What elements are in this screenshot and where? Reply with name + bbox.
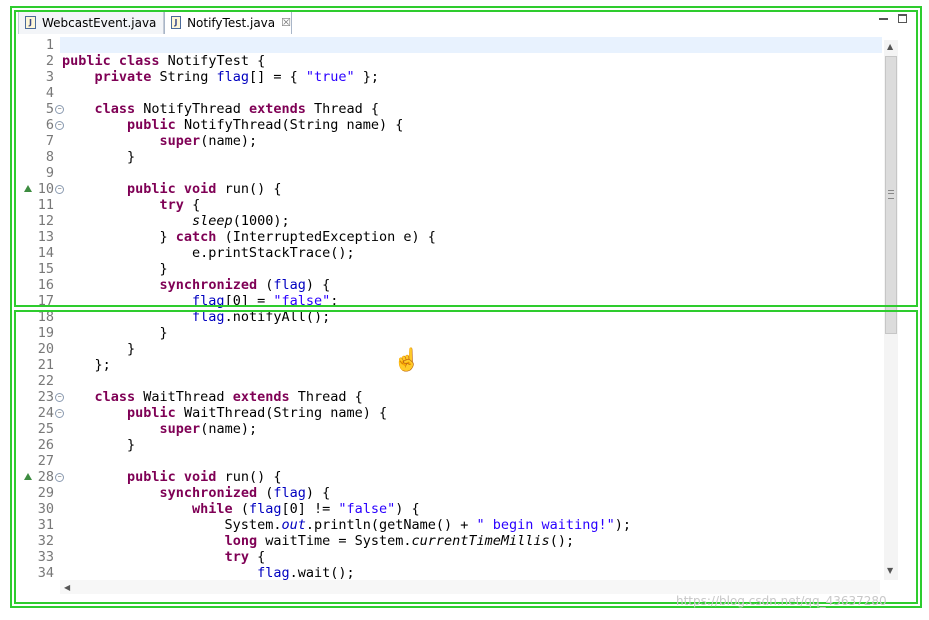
- line-number: 6: [45, 117, 54, 133]
- line-number: 8: [45, 149, 54, 165]
- line-number: 31: [37, 517, 54, 533]
- scroll-down-arrow-icon[interactable]: ▼: [887, 566, 893, 575]
- view-controls: [879, 14, 907, 23]
- code-line[interactable]: }: [62, 437, 135, 453]
- code-line[interactable]: public NotifyThread(String name) {: [62, 117, 403, 133]
- line-number: 30: [37, 501, 54, 517]
- maximize-icon[interactable]: [898, 14, 907, 23]
- code-line[interactable]: long waitTime = System.currentTimeMillis…: [62, 533, 575, 549]
- code-line[interactable]: public WaitThread(String name) {: [62, 405, 387, 421]
- tab-webcastevent[interactable]: J WebcastEvent.java: [18, 10, 164, 34]
- tab-label: WebcastEvent.java: [42, 15, 157, 30]
- override-marker-icon[interactable]: [24, 473, 32, 480]
- code-line[interactable]: }: [62, 149, 135, 165]
- line-number: 1: [45, 37, 54, 53]
- current-line-highlight: [60, 37, 882, 53]
- watermark: https://blog.csdn.net/qq_43637280: [676, 594, 887, 608]
- line-number: 27: [37, 453, 54, 469]
- scroll-left-arrow-icon[interactable]: ◀: [64, 583, 70, 592]
- minimize-icon[interactable]: [879, 14, 888, 20]
- line-number: 12: [37, 213, 54, 229]
- hand-cursor-icon: ☝: [393, 347, 421, 372]
- code-line[interactable]: sleep(1000);: [62, 213, 290, 229]
- line-number: 17: [37, 293, 54, 309]
- line-number: 25: [37, 421, 54, 437]
- code-line[interactable]: }: [62, 261, 168, 277]
- line-number: 5: [45, 101, 54, 117]
- line-number: 20: [37, 341, 54, 357]
- line-number: 21: [37, 357, 54, 373]
- line-number: 29: [37, 485, 54, 501]
- code-line[interactable]: try {: [62, 549, 266, 565]
- code-line[interactable]: synchronized (flag) {: [62, 277, 331, 293]
- line-number: 26: [37, 437, 54, 453]
- java-file-icon: J: [171, 16, 182, 29]
- line-number: 23: [37, 389, 54, 405]
- code-line[interactable]: while (flag[0] != "false") {: [62, 501, 420, 517]
- line-number: 22: [37, 373, 54, 389]
- line-number: 7: [45, 133, 54, 149]
- code-line[interactable]: super(name);: [62, 133, 258, 149]
- code-line[interactable]: private String flag[] = { "true" };: [62, 69, 380, 85]
- code-line[interactable]: flag.notifyAll();: [62, 309, 330, 325]
- code-line[interactable]: }: [62, 325, 168, 341]
- code-line[interactable]: try {: [62, 197, 201, 213]
- line-number: 33: [37, 549, 54, 565]
- line-number: 34: [37, 565, 54, 581]
- code-line[interactable]: flag[0] = "false";: [62, 293, 338, 309]
- code-line[interactable]: public void run() {: [62, 469, 281, 485]
- line-number: 10: [37, 181, 54, 197]
- code-line[interactable]: } catch (InterruptedException e) {: [62, 229, 436, 245]
- close-icon[interactable]: ☒: [281, 16, 291, 29]
- line-number: 18: [37, 309, 54, 325]
- code-line[interactable]: public void run() {: [62, 181, 281, 197]
- code-line[interactable]: e.printStackTrace();: [62, 245, 355, 261]
- line-number: 13: [37, 229, 54, 245]
- line-number: 14: [37, 245, 54, 261]
- code-line[interactable]: class WaitThread extends Thread {: [62, 389, 363, 405]
- code-line[interactable]: super(name);: [62, 421, 258, 437]
- line-number: 16: [37, 277, 54, 293]
- code-line[interactable]: class NotifyThread extends Thread {: [62, 101, 380, 117]
- line-number: 9: [45, 165, 54, 181]
- horizontal-scrollbar[interactable]: [60, 580, 880, 594]
- code-line[interactable]: public class NotifyTest {: [62, 53, 265, 69]
- code-line[interactable]: System.out.println(getName() + " begin w…: [62, 517, 631, 533]
- line-number: 15: [37, 261, 54, 277]
- line-number: 11: [37, 197, 54, 213]
- editor-tab-bar: J WebcastEvent.java J NotifyTest.java ☒: [0, 0, 929, 34]
- code-line[interactable]: }: [62, 341, 135, 357]
- line-number: 24: [37, 405, 54, 421]
- code-line[interactable]: };: [62, 357, 111, 373]
- code-line[interactable]: synchronized (flag) {: [62, 485, 331, 501]
- java-file-icon: J: [25, 16, 36, 29]
- scroll-up-arrow-icon[interactable]: ▲: [887, 42, 893, 51]
- code-line[interactable]: flag.wait();: [62, 565, 355, 581]
- tab-label: NotifyTest.java: [187, 15, 276, 30]
- scroll-grip-icon: [888, 190, 894, 199]
- line-number: 3: [45, 69, 54, 85]
- line-number: 32: [37, 533, 54, 549]
- code-editor[interactable]: 1 2 public class NotifyTest { 3 private Str…: [14, 34, 914, 596]
- line-number: 19: [37, 325, 54, 341]
- tab-notifytest[interactable]: J NotifyTest.java ☒: [164, 10, 292, 34]
- line-number: 2: [45, 53, 54, 69]
- override-marker-icon[interactable]: [24, 185, 32, 192]
- line-number: 28: [37, 469, 54, 485]
- line-number: 4: [45, 85, 54, 101]
